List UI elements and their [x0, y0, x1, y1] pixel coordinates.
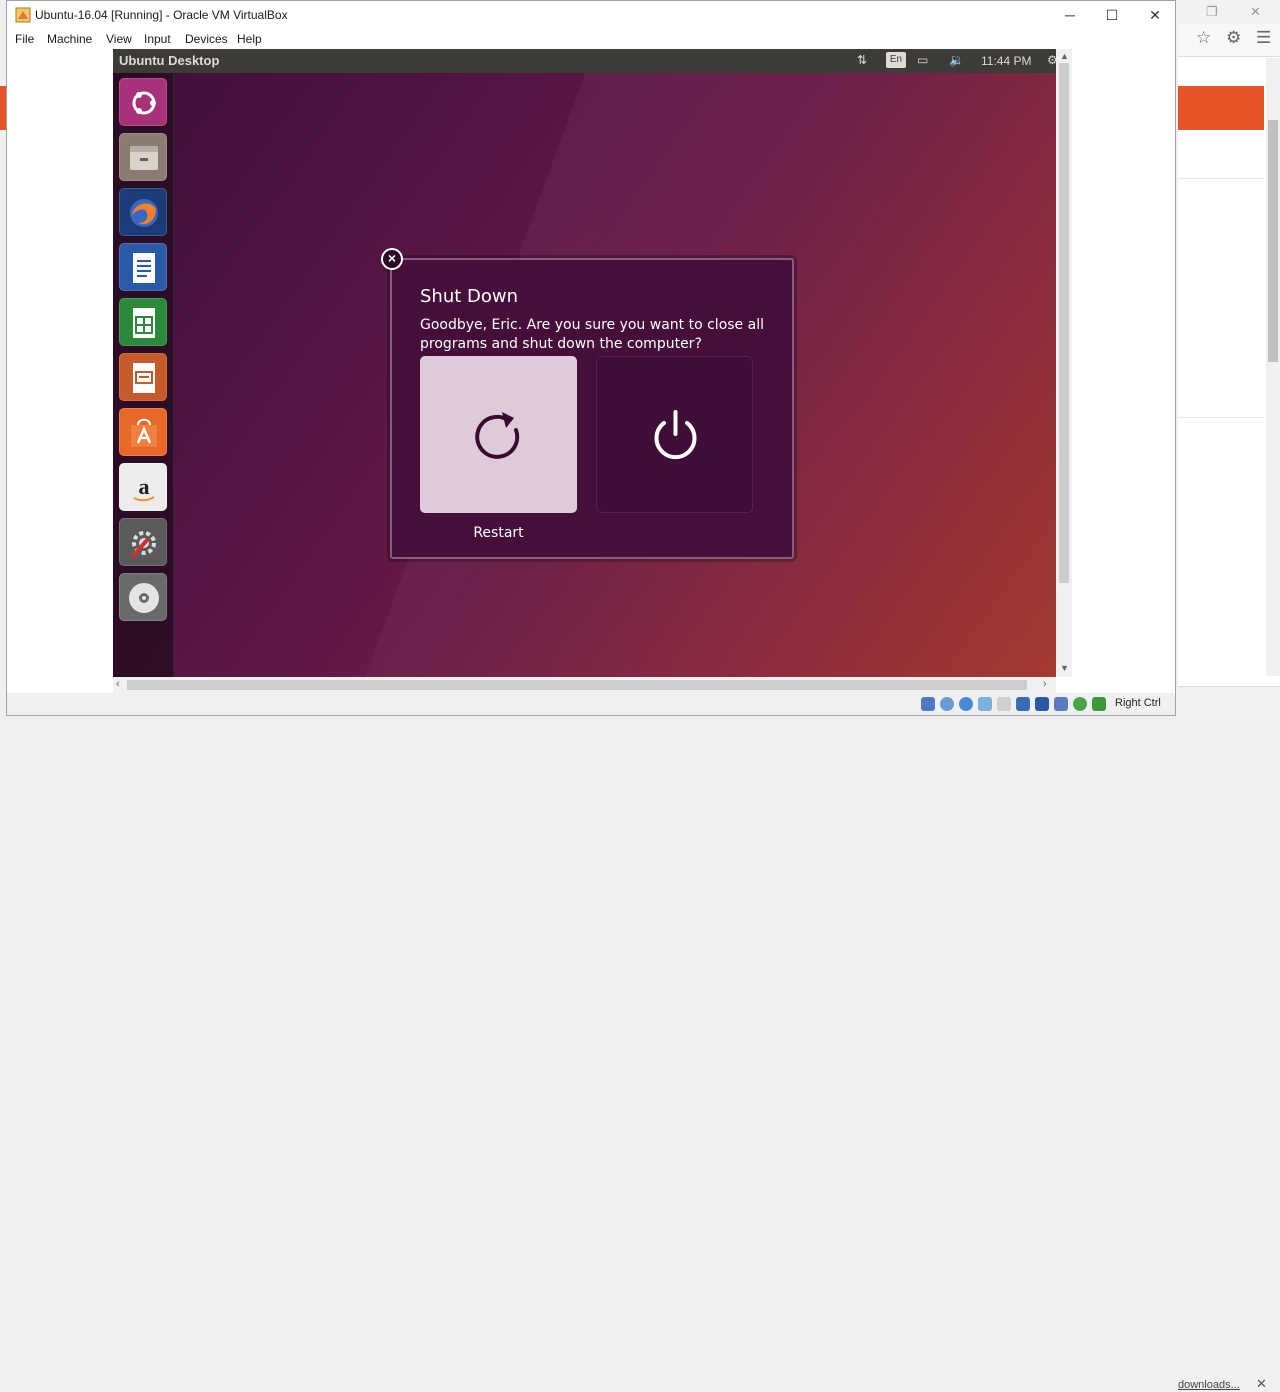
downloads-link[interactable]: downloads...: [1178, 1379, 1240, 1391]
dialog-message: Goodbye, Eric. Are you sure you want to …: [420, 317, 764, 352]
menu-view[interactable]: View: [106, 32, 132, 46]
battery-icon[interactable]: ▭: [917, 53, 928, 67]
restart-icon: [475, 412, 520, 459]
scroll-up-icon[interactable]: ▲: [1060, 51, 1069, 61]
panel-clock[interactable]: 11:44 PM: [981, 54, 1031, 68]
browser-menu-icon[interactable]: ☰: [1256, 28, 1271, 48]
window-title: Ubuntu-16.04 [Running] - Oracle VM Virtu…: [35, 8, 288, 22]
shutdown-dialog: Shut Down Goodbye, Eric. Are you sure yo…: [390, 258, 794, 559]
audio-icon[interactable]: [959, 697, 973, 711]
virtualbox-window: Ubuntu-16.04 [Running] - Oracle VM Virtu…: [6, 0, 1176, 716]
scroll-left-icon[interactable]: ‹: [116, 678, 120, 690]
session-gear-icon[interactable]: ⚙: [1047, 53, 1056, 67]
minimize-button[interactable]: ─: [1055, 5, 1085, 25]
vertical-scroll-thumb[interactable]: [1059, 63, 1069, 583]
libreoffice-writer-icon[interactable]: [119, 243, 167, 291]
page-banner: [1178, 86, 1264, 130]
files-icon[interactable]: [119, 133, 167, 181]
libreoffice-calc-icon[interactable]: [119, 298, 167, 346]
browser-download-bar: downloads... ✕: [1178, 686, 1280, 1391]
menu-input[interactable]: Input: [144, 32, 171, 46]
horizontal-scroll-thumb[interactable]: [127, 680, 1027, 690]
maximize-button[interactable]: ☐: [1097, 5, 1127, 25]
unity-launcher: a: [113, 73, 174, 677]
host-key-label: Right Ctrl: [1115, 697, 1161, 709]
dialog-close-icon[interactable]: ×: [381, 248, 403, 270]
restart-button[interactable]: [420, 356, 577, 513]
close-button[interactable]: ✕: [1140, 5, 1170, 25]
menu-bar: File Machine View Input Devices Help: [7, 29, 1175, 49]
browser-titlebar: ❐ ✕: [1178, 0, 1280, 24]
browser-close-icon[interactable]: ✕: [1250, 4, 1261, 20]
horizontal-scrollbar[interactable]: ‹ ›: [113, 677, 1056, 693]
menu-devices[interactable]: Devices: [185, 32, 228, 46]
firefox-icon[interactable]: [119, 188, 167, 236]
libreoffice-impress-icon[interactable]: [119, 353, 167, 401]
system-settings-icon[interactable]: [119, 518, 167, 566]
video-capture-icon[interactable]: [1054, 697, 1068, 711]
volume-icon[interactable]: 🔉: [949, 53, 964, 67]
ubuntu-top-panel: Ubuntu Desktop ⇅ En ▭ 🔉 11:44 PM ⚙: [113, 49, 1056, 73]
dialog-title: Shut Down: [420, 286, 519, 307]
browser-toolbar: ☆ ⚙ ☰: [1178, 24, 1280, 57]
menu-machine[interactable]: Machine: [47, 32, 92, 46]
usb-icon[interactable]: [997, 697, 1011, 711]
amazon-icon[interactable]: a: [119, 463, 167, 511]
power-icon: [654, 410, 697, 460]
network-adapter-icon[interactable]: [978, 697, 992, 711]
restart-label: Restart: [473, 525, 524, 541]
ubuntu-dash-icon[interactable]: [119, 78, 167, 126]
guest-display[interactable]: Ubuntu Desktop ⇅ En ▭ 🔉 11:44 PM ⚙ a Shu…: [113, 49, 1056, 677]
divider: [1178, 178, 1264, 179]
extension-icon[interactable]: ⚙: [1226, 28, 1241, 48]
dvd-icon[interactable]: [119, 573, 167, 621]
window-titlebar: Ubuntu-16.04 [Running] - Oracle VM Virtu…: [7, 1, 1175, 29]
hard-disk-icon[interactable]: [921, 697, 935, 711]
scroll-right-icon[interactable]: ›: [1043, 678, 1047, 690]
browser-restore-icon[interactable]: ❐: [1206, 4, 1218, 20]
shutdown-button[interactable]: [596, 356, 753, 513]
download-bar-close-icon[interactable]: ✕: [1256, 1376, 1267, 1392]
software-center-icon[interactable]: [119, 408, 167, 456]
mouse-integration-icon[interactable]: [1092, 697, 1106, 711]
display-icon[interactable]: [1035, 697, 1049, 711]
svg-text:a: a: [139, 474, 150, 499]
panel-title: Ubuntu Desktop: [119, 53, 220, 68]
virtualization-icon[interactable]: [1073, 697, 1087, 711]
keyboard-language-indicator[interactable]: En: [886, 52, 906, 68]
vertical-scrollbar[interactable]: ▲ ▼: [1056, 49, 1072, 677]
scroll-down-icon[interactable]: ▼: [1060, 663, 1069, 673]
background-browser-window: ❐ ✕ ☆ ⚙ ☰ downloads... ✕: [1178, 0, 1280, 1391]
bookmark-star-icon[interactable]: ☆: [1196, 28, 1211, 48]
optical-drive-icon[interactable]: [940, 697, 954, 711]
divider: [1178, 417, 1264, 418]
shared-folders-icon[interactable]: [1016, 697, 1030, 711]
virtualbox-app-icon: [15, 7, 31, 23]
browser-scroll-thumb[interactable]: [1268, 120, 1278, 362]
network-icon[interactable]: ⇅: [857, 53, 867, 67]
virtualbox-status-bar: Right Ctrl: [7, 693, 1175, 715]
menu-file[interactable]: File: [15, 32, 34, 46]
menu-help[interactable]: Help: [237, 32, 262, 46]
browser-scrollbar[interactable]: [1266, 58, 1280, 676]
